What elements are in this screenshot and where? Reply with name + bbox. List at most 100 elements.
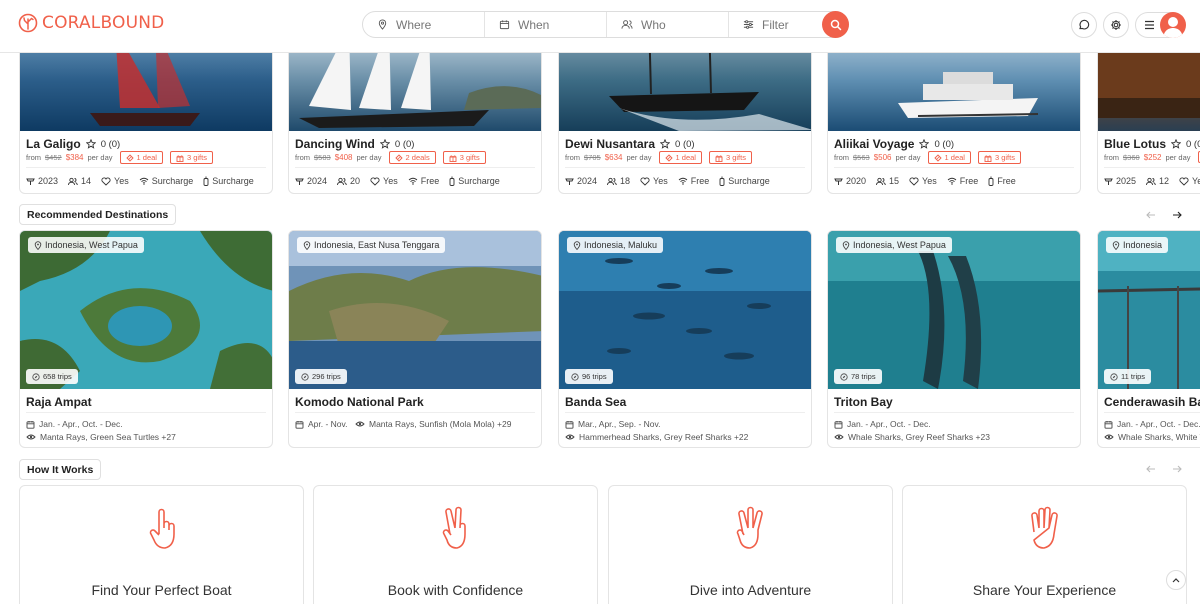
destination-name[interactable]: Raja Ampat: [26, 395, 92, 409]
calendar-icon: [26, 420, 35, 429]
search-when[interactable]: When: [485, 12, 607, 37]
trips-badge: 78 trips: [834, 369, 882, 384]
gifts-badge[interactable]: 3 gifts: [442, 151, 486, 164]
divider: [565, 167, 805, 168]
arrow-left-icon: [1146, 465, 1155, 473]
spec-year-value: 2020: [846, 176, 867, 186]
boat-name[interactable]: Blue Lotus: [1104, 137, 1166, 151]
filter-sliders-icon: [743, 20, 754, 29]
divider: [834, 412, 1074, 413]
search-who[interactable]: Who: [607, 12, 729, 37]
season-label: Mar., Apr., Sep. - Nov.: [578, 419, 661, 429]
search-where[interactable]: Where: [363, 12, 485, 37]
season-row: Jan. - Apr., Oct. - Dec.: [834, 419, 931, 429]
scroll-to-top-button[interactable]: [1166, 570, 1186, 590]
per-day-label: per day: [356, 153, 382, 162]
boat-name[interactable]: Aliikai Voyage: [834, 137, 914, 151]
boat-name[interactable]: Dewi Nusantara: [565, 137, 655, 151]
four-fingers-hand-icon: [1030, 506, 1058, 549]
gift-icon: [984, 154, 992, 162]
spec-nitrox: Free: [988, 176, 1016, 186]
price-from-label: from: [295, 153, 310, 162]
destination-card[interactable]: Indonesia 11 trips Cenderawasih Bay Jan. - …: [1097, 230, 1200, 448]
top-header: CORALBOUND Where When Who Filter: [0, 0, 1200, 53]
destination-name[interactable]: Triton Bay: [834, 395, 893, 409]
messages-button[interactable]: [1071, 12, 1097, 38]
location-pin-icon: [303, 240, 311, 250]
boat-title-row: Blue Lotus 0 (0): [1104, 137, 1200, 151]
discounted-price: $506: [873, 153, 892, 162]
guests-icon: [337, 177, 347, 185]
location-label: Indonesia: [1123, 240, 1163, 250]
spec-pets: Yes: [370, 176, 398, 186]
destination-photo[interactable]: [289, 231, 542, 389]
destination-name[interactable]: Cenderawasih Bay: [1104, 395, 1200, 409]
destination-photo[interactable]: [1098, 231, 1200, 389]
destination-photo[interactable]: [559, 231, 812, 389]
deals-badge[interactable]: 1 deal: [119, 151, 163, 164]
location-pin-icon: [378, 19, 387, 30]
search-filter[interactable]: Filter: [729, 12, 824, 37]
gifts-badge[interactable]: 3 gifts: [708, 151, 752, 164]
spec-nitrox-value: Surcharge: [458, 176, 500, 186]
how-step-card: Dive into Adventure: [608, 485, 893, 604]
destination-photo[interactable]: [20, 231, 273, 389]
recommended-prev-button[interactable]: [1141, 205, 1161, 225]
deal-tag-icon: [933, 153, 942, 162]
how-step-title: Book with Confidence: [387, 582, 524, 598]
destination-name[interactable]: Komodo National Park: [295, 395, 424, 409]
trips-badge: 296 trips: [295, 369, 347, 384]
destination-card[interactable]: Indonesia, East Nusa Tenggara 296 trips Ko…: [288, 230, 542, 448]
how-next-button[interactable]: [1167, 459, 1187, 479]
spec-guests: 14: [68, 176, 91, 186]
destination-card[interactable]: Indonesia, West Papua 78 trips Triton Bay J…: [827, 230, 1081, 448]
spec-guests-value: 12: [1159, 176, 1170, 186]
how-step-card: Share Your Experience: [902, 485, 1187, 604]
how-prev-button[interactable]: [1141, 459, 1161, 479]
spec-year: 2024: [565, 176, 597, 186]
boat-rating: 0 (0): [394, 138, 415, 150]
species-label: Whale Sharks, White T: [1118, 432, 1200, 442]
star-icon: [919, 139, 930, 149]
destination-card[interactable]: Indonesia, Maluku 96 trips Banda Sea Mar., …: [558, 230, 812, 448]
compass-icon: [301, 372, 309, 381]
star-icon: [1171, 139, 1181, 149]
spec-guests-value: 15: [889, 176, 900, 186]
destination-photo[interactable]: [828, 231, 1081, 389]
species-row: Manta Rays, Sunfish (Mola Mola) +29: [355, 419, 511, 429]
arrow-left-icon: [1146, 211, 1155, 219]
gifts-badge[interactable]: 3 gifts: [977, 151, 1021, 164]
guests-icon: [68, 177, 78, 185]
gift-icon: [176, 154, 184, 162]
season-row: Apr. - Nov.: [295, 419, 348, 429]
deals-label: 1 deal: [136, 153, 157, 162]
spec-wifi: Free: [408, 176, 439, 186]
deals-badge[interactable]: 1 deal: [658, 151, 702, 164]
spec-pets-value: Yes: [1192, 176, 1200, 186]
boat-name[interactable]: Dancing Wind: [295, 137, 375, 151]
boat-title-row: Dewi Nusantara 0 (0): [565, 137, 695, 151]
deals-badge[interactable]: 2 deals: [388, 151, 436, 164]
heart-icon: [909, 176, 919, 186]
gifts-badge[interactable]: 3 gifts: [169, 151, 213, 164]
spec-year-value: 2025: [1116, 176, 1137, 186]
brand-name: CORALBOUND: [42, 13, 165, 33]
settings-button[interactable]: [1103, 12, 1129, 38]
boat-rating: 0 (0): [100, 138, 121, 150]
destination-name[interactable]: Banda Sea: [565, 395, 626, 409]
compass-icon: [571, 372, 579, 381]
spec-guests: 20: [337, 176, 360, 186]
calendar-icon: [499, 20, 510, 30]
spec-year: 2020: [834, 176, 866, 186]
arrow-right-icon: [1173, 465, 1182, 473]
boat-name[interactable]: La Galigo: [26, 137, 81, 151]
avatar[interactable]: [1160, 12, 1186, 38]
search-button[interactable]: [822, 11, 849, 38]
deals-badge[interactable]: 1 deal: [927, 151, 971, 164]
brand-logo[interactable]: CORALBOUND: [18, 13, 164, 33]
destination-card[interactable]: Indonesia, West Papua 658 trips Raja Ampat…: [19, 230, 273, 448]
species-row: Manta Rays, Green Sea Turtles +27: [26, 432, 176, 442]
recommended-next-button[interactable]: [1167, 205, 1187, 225]
gifts-label: 3 gifts: [186, 153, 207, 162]
deals-label: 2 deals: [405, 153, 430, 162]
